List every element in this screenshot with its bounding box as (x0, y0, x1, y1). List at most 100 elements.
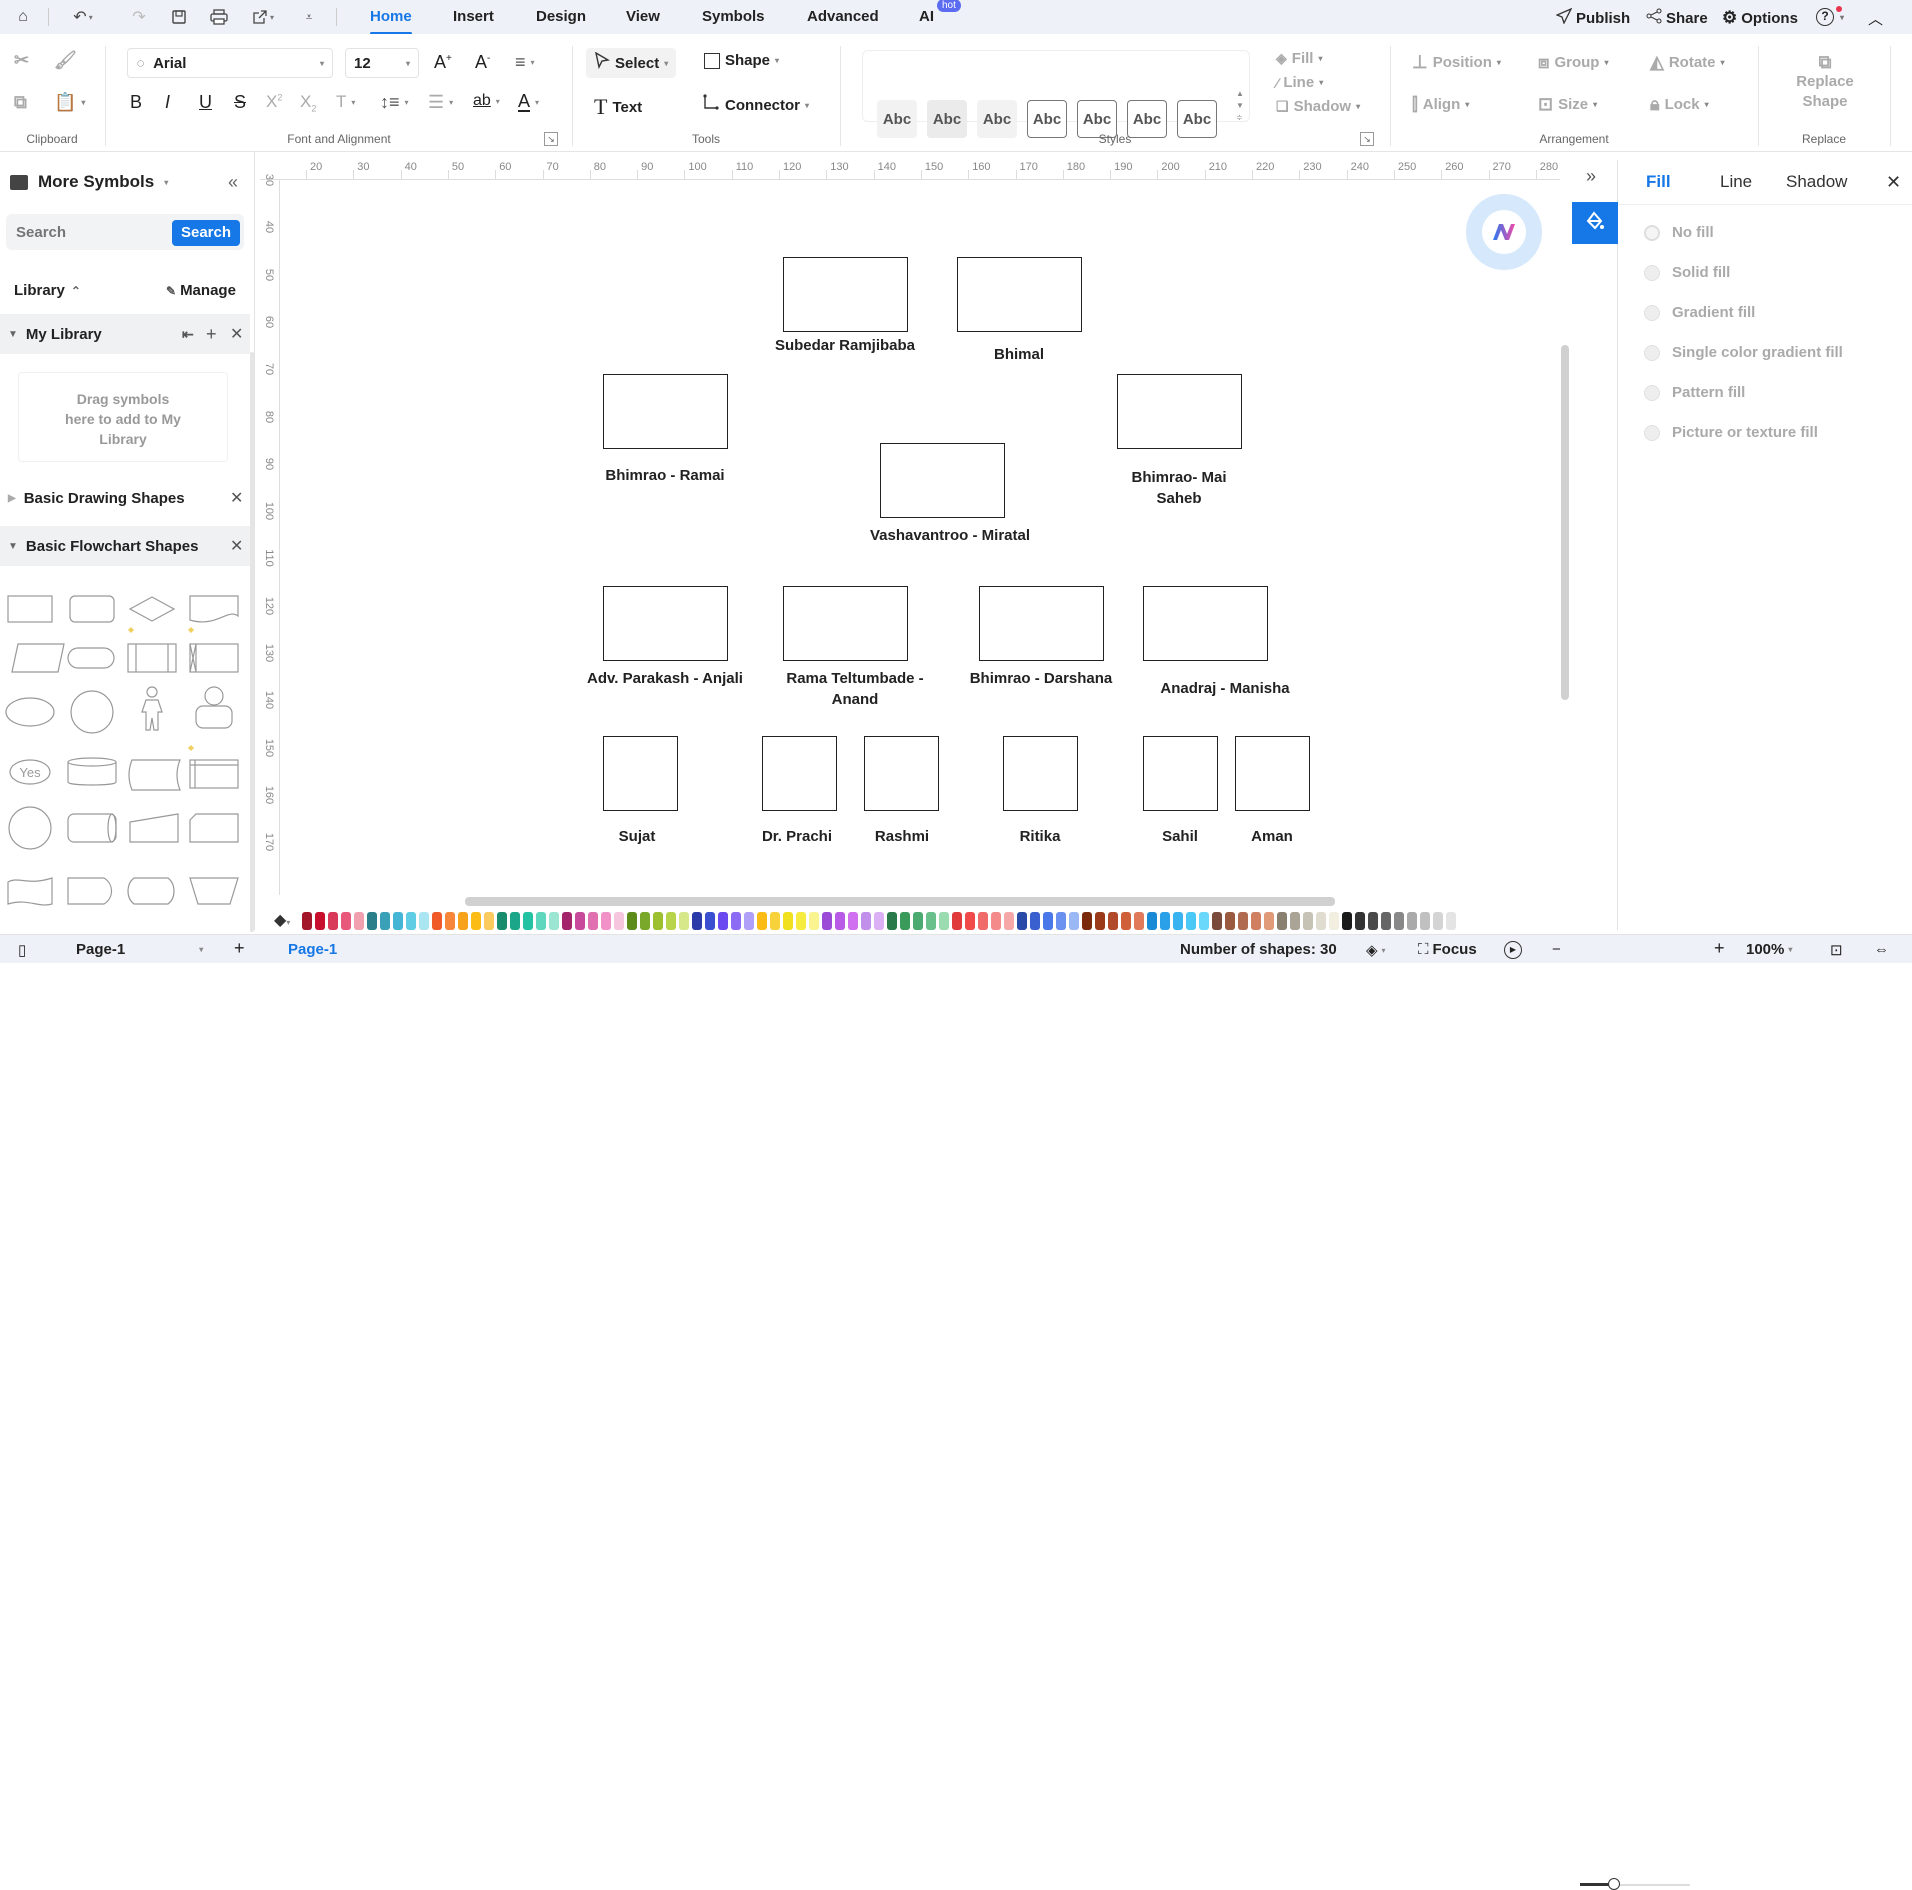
copy-button[interactable]: ⧉ (14, 92, 27, 113)
paste-button[interactable]: 📋 ▾ (54, 92, 85, 113)
person-label[interactable]: Rashmi (842, 826, 962, 847)
fill-option[interactable]: No fill (1644, 224, 1714, 241)
tab-symbols[interactable]: Symbols (702, 8, 765, 25)
data-shape[interactable] (11, 643, 65, 673)
person-box-bhimrao-darshana[interactable] (979, 586, 1104, 661)
tab-home[interactable]: Home (370, 8, 412, 35)
color-swatch[interactable] (328, 912, 338, 930)
superscript-button[interactable]: X2 (266, 92, 282, 112)
text-align-button[interactable]: ≡ ▾ (515, 52, 535, 73)
page-tab-1[interactable]: Page-1 (288, 941, 337, 958)
color-swatch[interactable] (549, 912, 559, 930)
color-swatch[interactable] (315, 912, 325, 930)
share-button[interactable]: Share (1646, 8, 1708, 28)
fill-color-picker-icon[interactable]: ◆▾ (274, 910, 290, 930)
person-box-vashavantroo[interactable] (880, 443, 1005, 518)
color-swatch[interactable] (614, 912, 624, 930)
color-swatch[interactable] (393, 912, 403, 930)
color-swatch[interactable] (458, 912, 468, 930)
color-swatch[interactable] (1017, 912, 1027, 930)
color-swatch[interactable] (679, 912, 689, 930)
terminator-shape[interactable] (67, 647, 115, 669)
rounded-rect-shape[interactable] (69, 595, 115, 623)
close-icon[interactable]: ✕ (230, 536, 243, 556)
color-swatch[interactable] (1212, 912, 1222, 930)
bullets-button[interactable]: ☰ ▾ (428, 92, 453, 113)
publish-button[interactable]: Publish (1555, 7, 1630, 28)
color-swatch[interactable] (432, 912, 442, 930)
person-box-rashmi[interactable] (864, 736, 939, 811)
color-swatch[interactable] (939, 912, 949, 930)
fill-option[interactable]: Gradient fill (1644, 304, 1755, 321)
person-label[interactable]: Bhimrao - Darshana (966, 668, 1116, 689)
user-shape[interactable] (195, 686, 233, 729)
color-swatch[interactable] (1355, 912, 1365, 930)
text-tool-button[interactable]: T Text (594, 94, 642, 120)
horizontal-scrollbar[interactable] (465, 897, 1335, 906)
delay-shape[interactable] (67, 877, 113, 905)
radio-icon[interactable] (1644, 264, 1660, 281)
color-swatch[interactable] (510, 912, 520, 930)
stored-data-shape[interactable] (128, 759, 181, 791)
decision-shape[interactable] (128, 596, 176, 622)
zoom-level[interactable]: 100% ▾ (1746, 941, 1792, 958)
color-swatch[interactable] (757, 912, 767, 930)
internal-storage-shape[interactable] (189, 643, 239, 673)
select-tool-button[interactable]: Select ▾ (586, 48, 677, 78)
save-icon[interactable] (168, 6, 190, 28)
layers-button[interactable]: ◈ ▾ (1366, 941, 1386, 959)
color-swatch[interactable] (965, 912, 975, 930)
lock-button[interactable]: 🔒︎ Lock ▾ (1650, 94, 1709, 115)
color-swatch[interactable] (1290, 912, 1300, 930)
person-label[interactable]: Dr. Prachi (737, 826, 857, 847)
group-button[interactable]: ⧈ Group ▾ (1538, 52, 1608, 73)
person-box-bhimal[interactable] (957, 257, 1082, 332)
fill-button[interactable]: ◈ Fill ▾ (1276, 50, 1322, 67)
ellipse-shape[interactable] (5, 697, 55, 727)
color-swatch[interactable] (562, 912, 572, 930)
color-swatch[interactable] (367, 912, 377, 930)
font-color-button[interactable]: A ▾ (518, 92, 539, 112)
line-spacing-button[interactable]: ↕≡ ▾ (380, 92, 409, 113)
person-label[interactable]: Bhimrao- Mai Saheb (1109, 467, 1249, 509)
color-swatch[interactable] (640, 912, 650, 930)
options-button[interactable]: ⚙ Options (1722, 8, 1798, 28)
color-swatch[interactable] (861, 912, 871, 930)
display-shape[interactable] (127, 877, 175, 905)
add-icon[interactable]: + (206, 324, 217, 345)
color-swatch[interactable] (419, 912, 429, 930)
process-shape[interactable] (7, 595, 53, 623)
connector-tool-button[interactable]: Connector ▾ (702, 94, 809, 116)
decrease-font-button[interactable]: A- (475, 52, 490, 73)
fill-option[interactable]: Picture or texture fill (1644, 424, 1818, 441)
size-button[interactable]: ⊡ Size ▾ (1538, 94, 1597, 115)
color-swatch[interactable] (848, 912, 858, 930)
import-icon[interactable]: ⇤ (182, 326, 194, 343)
person-label[interactable]: Bhimal (939, 344, 1099, 365)
collapse-ribbon-icon[interactable]: ︿ (1868, 8, 1883, 29)
page-selector[interactable]: Page-1 ▾ (76, 941, 203, 958)
color-swatch[interactable] (926, 912, 936, 930)
italic-button[interactable]: I (165, 92, 170, 113)
focus-button[interactable]: ⛶ Focus (1418, 941, 1477, 958)
person-box-subedar[interactable] (783, 257, 908, 332)
person-box-parakash[interactable] (603, 586, 728, 661)
help-button[interactable]: ? ▾ (1816, 6, 1844, 26)
color-swatch[interactable] (900, 912, 910, 930)
manual-operation-shape[interactable] (189, 877, 239, 905)
color-swatch[interactable] (796, 912, 806, 930)
color-swatch[interactable] (1277, 912, 1287, 930)
predefined-process-shape[interactable] (127, 643, 177, 673)
color-swatch[interactable] (1394, 912, 1404, 930)
color-swatch[interactable] (952, 912, 962, 930)
color-swatch[interactable] (588, 912, 598, 930)
manual-input-shape[interactable] (129, 813, 179, 843)
font-dialog-launcher-icon[interactable]: ↘ (544, 132, 558, 146)
color-swatch[interactable] (1264, 912, 1274, 930)
color-swatch[interactable] (1381, 912, 1391, 930)
fill-panel-button[interactable] (1572, 202, 1618, 244)
line-button[interactable]: ∕ Line ▾ (1276, 74, 1323, 91)
align-button[interactable]: ⫿ Align ▾ (1412, 94, 1469, 115)
color-swatch[interactable] (354, 912, 364, 930)
symbol-search-input[interactable] (16, 220, 166, 244)
